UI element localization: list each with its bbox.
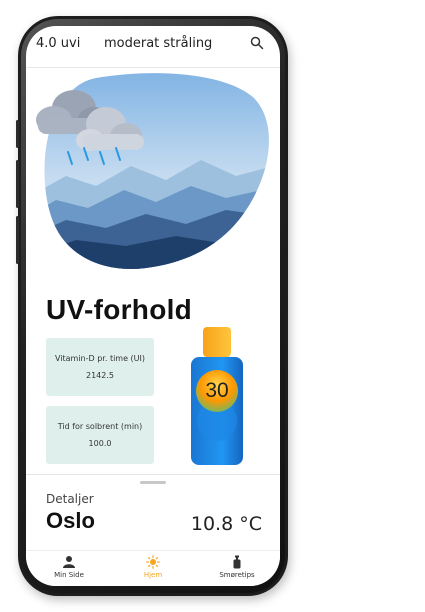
phone-volume-button [16,160,19,208]
nav-label: Smøretips [219,571,255,579]
city-name: Oslo [46,508,95,533]
drag-handle[interactable] [140,481,166,484]
app-screen: 4.0 uvi moderat stråling UV-forhold Vita… [26,26,280,586]
vitamin-d-value: 2142.5 [86,371,114,380]
search-icon[interactable] [250,36,264,50]
vitamin-d-card: Vitamin-D pr. time (UI) 2142.5 [46,338,154,396]
phone-volume-button [16,216,19,264]
phone-side-button [16,120,19,148]
lotion-icon [233,555,241,569]
nav-label: Min Side [54,571,84,579]
nav-item-smoretips[interactable]: Smøretips [202,555,272,579]
sun-icon [146,555,160,569]
sunburn-time-card: Tid for solbrent (min) 100.0 [46,406,154,464]
sunburn-time-label: Tid for solbrent (min) [57,422,143,431]
uvi-label: 4.0 uvi [36,36,81,51]
details-label: Detaljer [46,492,94,506]
temperature-value: 10.8 °C [190,513,262,535]
section-divider [26,474,280,475]
nav-label: Hjem [143,571,163,579]
sunburn-time-value: 100.0 [88,439,112,448]
radiation-status: moderat stråling [104,36,213,51]
vitamin-d-label: Vitamin-D pr. time (UI) [54,354,146,363]
weather-illustration [36,73,269,269]
nav-item-min-side[interactable]: Min Side [34,555,104,579]
nav-item-hjem[interactable]: Hjem [118,555,188,579]
page-title: UV-forhold [46,294,193,325]
bottom-nav: Min Side Hjem Smøretips [26,550,280,586]
person-icon [63,556,75,568]
top-bar: 4.0 uvi moderat stråling [26,26,280,64]
spf-badge: 30 [205,379,229,402]
